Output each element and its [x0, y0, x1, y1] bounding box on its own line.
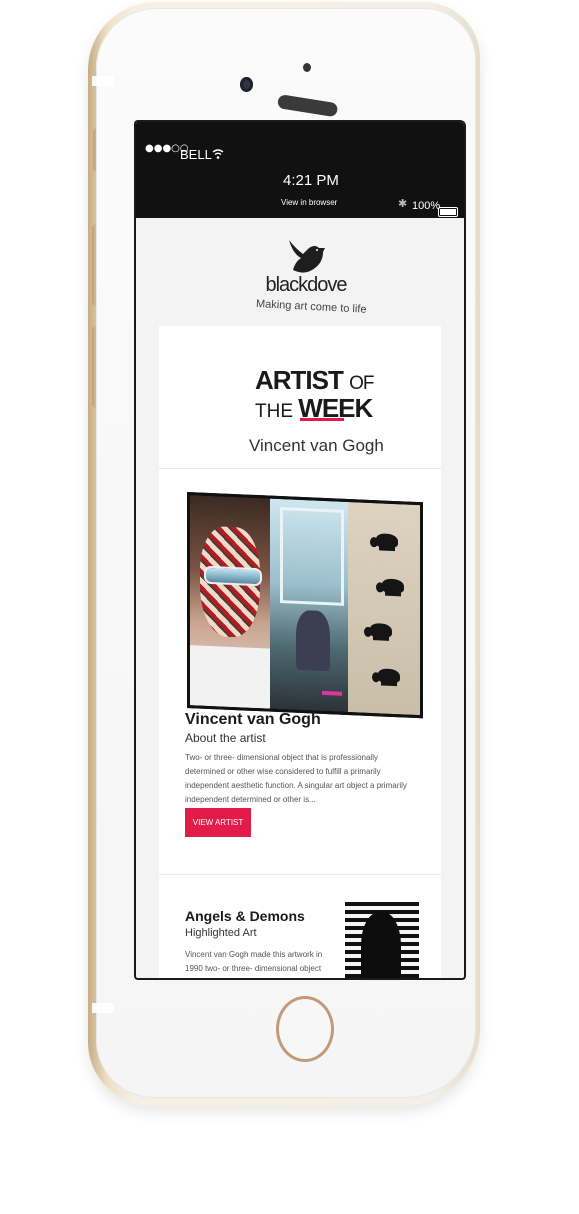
artist-description: Two- or three- dimensional object that i…: [185, 753, 407, 804]
divider: [159, 468, 441, 469]
divider: [159, 874, 441, 875]
interior-panel: [270, 498, 348, 713]
dove-icon: [289, 240, 325, 273]
tagline: Making art come to life: [255, 298, 367, 316]
heading-word-the: THE: [255, 401, 293, 422]
shirt: [190, 645, 270, 709]
view-in-browser-link[interactable]: View in browser: [281, 198, 337, 207]
wifi-icon: [212, 149, 224, 159]
newsletter-card: ARTIST OF THE WEEK Vincent van Gogh Vinc…: [159, 326, 441, 978]
featured-artist-name: Vincent van Gogh: [249, 436, 384, 455]
proximity-sensor: [303, 63, 311, 72]
status-bar: ●●●○○ BELL 4:21 PM View in browser ✱ 100…: [136, 122, 464, 218]
highlight-description: Vincent van Gogh made this artwork in 19…: [185, 950, 323, 973]
carrier-label: BELL: [180, 147, 212, 162]
portrait-panel: [190, 495, 270, 709]
elephant-icon: [378, 668, 400, 684]
silhouette: [361, 912, 401, 978]
highlight-subtitle: Highlighted Art: [185, 927, 257, 939]
heading-word-week: WEEK: [298, 393, 373, 423]
artist-of-week-heading-line2: THE WEEK: [255, 393, 373, 426]
elephant-icon: [376, 533, 398, 549]
brand-logo[interactable]: blackdove: [246, 236, 366, 297]
logo-wordmark: blackdove: [265, 274, 347, 296]
heading-word-of: OF: [349, 373, 374, 394]
battery-percent: 100%: [412, 200, 441, 212]
highlight-artwork-image[interactable]: [345, 902, 419, 978]
view-artist-button[interactable]: VIEW ARTIST: [185, 808, 251, 837]
home-button[interactable]: [276, 996, 334, 1062]
battery-icon: [438, 207, 458, 217]
heading-word-artist: ARTIST: [255, 365, 344, 395]
highlight-title: Angels & Demons: [185, 908, 305, 924]
elephant-icon: [382, 578, 404, 594]
elephants-panel: [348, 502, 420, 716]
antenna-band-bottom: [92, 1003, 114, 1013]
window: [280, 507, 344, 606]
phone-screen: ●●●○○ BELL 4:21 PM View in browser ✱ 100…: [136, 122, 464, 978]
artist-name: Vincent van Gogh: [185, 711, 321, 728]
bluetooth-icon: ✱: [398, 197, 408, 210]
elephant-icon: [370, 622, 392, 638]
signature: [322, 690, 342, 696]
artist-subtitle: About the artist: [185, 731, 266, 745]
artwork-triptych-image[interactable]: [187, 492, 423, 719]
antenna-band-top: [92, 76, 114, 86]
seated-figure: [296, 609, 330, 672]
clock: 4:21 PM: [283, 172, 339, 189]
sunglasses: [204, 565, 262, 587]
front-camera: [240, 77, 253, 92]
